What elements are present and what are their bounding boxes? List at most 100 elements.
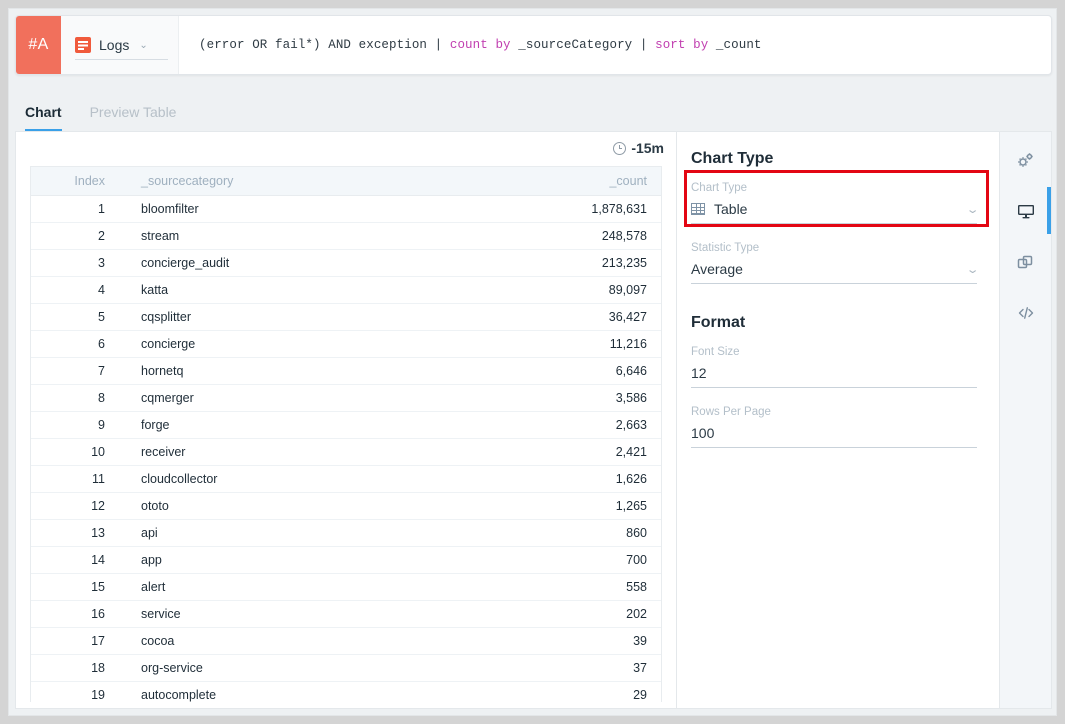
- cell-count: 558: [471, 573, 661, 600]
- chart-type-field: Chart Type Table ⌄: [691, 182, 977, 224]
- active-rail-indicator: [1047, 187, 1051, 234]
- column-header-sourcecategory[interactable]: _sourcecategory: [119, 167, 471, 195]
- query-input[interactable]: (error OR fail*) AND exception | count b…: [179, 16, 1051, 74]
- cell-count: 29: [471, 681, 661, 702]
- cell-count: 37: [471, 654, 661, 681]
- cell-sourcecategory: app: [119, 546, 471, 573]
- chart-type-dropdown[interactable]: Table ⌄: [691, 201, 977, 224]
- cell-sourcecategory: alert: [119, 573, 471, 600]
- rows-per-page-field: Rows Per Page 100: [691, 406, 977, 448]
- cell-index: 7: [31, 357, 119, 384]
- tab-chart[interactable]: Chart: [25, 104, 62, 132]
- table-row[interactable]: 4katta89,097: [31, 276, 661, 303]
- query-tab-badge[interactable]: #A: [16, 16, 61, 74]
- cell-index: 5: [31, 303, 119, 330]
- table-body: 1bloomfilter1,878,6312stream248,5783conc…: [31, 195, 661, 702]
- table-row[interactable]: 16service202: [31, 600, 661, 627]
- cell-index: 10: [31, 438, 119, 465]
- rows-per-page-input[interactable]: 100: [691, 425, 977, 448]
- code-brackets-icon[interactable]: [1014, 301, 1038, 325]
- tab-preview-table[interactable]: Preview Table: [90, 104, 177, 132]
- cell-count: 700: [471, 546, 661, 573]
- chart-config-panel: Chart Type Chart Type Table ⌄ Statistic …: [677, 132, 999, 708]
- table-row[interactable]: 14app700: [31, 546, 661, 573]
- cell-sourcecategory: org-service: [119, 654, 471, 681]
- cell-sourcecategory: cocoa: [119, 627, 471, 654]
- cell-index: 16: [31, 600, 119, 627]
- cell-index: 13: [31, 519, 119, 546]
- column-header-index[interactable]: Index: [31, 167, 119, 195]
- content-area: -15m Index _sourcecategory _count 1bloom…: [15, 131, 1052, 709]
- app-window: #A Logs ⌄ (error OR fail*) AND exception…: [8, 8, 1057, 716]
- table-row[interactable]: 19autocomplete29: [31, 681, 661, 702]
- chart-type-value: Table: [714, 201, 959, 217]
- cell-index: 4: [31, 276, 119, 303]
- cell-sourcecategory: api: [119, 519, 471, 546]
- cell-sourcecategory: service: [119, 600, 471, 627]
- table-row[interactable]: 18org-service37: [31, 654, 661, 681]
- cell-count: 2,421: [471, 438, 661, 465]
- settings-gears-icon[interactable]: [1014, 148, 1038, 172]
- source-label: Logs: [99, 37, 129, 53]
- cell-sourcecategory: katta: [119, 276, 471, 303]
- statistic-type-dropdown[interactable]: Average ⌄: [691, 261, 977, 284]
- table-row[interactable]: 8cqmerger3,586: [31, 384, 661, 411]
- cell-index: 11: [31, 465, 119, 492]
- clock-icon: [613, 142, 626, 155]
- cell-index: 3: [31, 249, 119, 276]
- table-row[interactable]: 15alert558: [31, 573, 661, 600]
- font-size-input[interactable]: 12: [691, 365, 977, 388]
- cell-count: 213,235: [471, 249, 661, 276]
- cell-index: 18: [31, 654, 119, 681]
- table-row[interactable]: 1bloomfilter1,878,631: [31, 195, 661, 222]
- cell-count: 11,216: [471, 330, 661, 357]
- cell-sourcecategory: cqmerger: [119, 384, 471, 411]
- table-row[interactable]: 17cocoa39: [31, 627, 661, 654]
- table-row[interactable]: 13api860: [31, 519, 661, 546]
- font-size-value: 12: [691, 365, 977, 381]
- table-row[interactable]: 2stream248,578: [31, 222, 661, 249]
- table-row[interactable]: 9forge2,663: [31, 411, 661, 438]
- source-underline: [75, 59, 168, 60]
- cell-count: 1,265: [471, 492, 661, 519]
- cell-count: 248,578: [471, 222, 661, 249]
- time-range-indicator: -15m: [613, 140, 664, 156]
- query-bar: #A Logs ⌄ (error OR fail*) AND exception…: [15, 15, 1052, 75]
- cell-index: 14: [31, 546, 119, 573]
- cell-sourcecategory: ototo: [119, 492, 471, 519]
- cell-count: 202: [471, 600, 661, 627]
- cell-index: 6: [31, 330, 119, 357]
- chevron-down-icon: ⌄: [139, 40, 147, 51]
- cell-count: 1,626: [471, 465, 661, 492]
- right-icon-rail: [999, 132, 1051, 708]
- monitor-display-icon[interactable]: [1014, 199, 1038, 223]
- rows-per-page-value: 100: [691, 425, 977, 441]
- rows-per-page-label: Rows Per Page: [691, 406, 977, 418]
- table-row[interactable]: 10receiver2,421: [31, 438, 661, 465]
- results-table-wrapper[interactable]: Index _sourcecategory _count 1bloomfilte…: [30, 166, 662, 702]
- copy-layers-icon[interactable]: [1014, 250, 1038, 274]
- cell-sourcecategory: concierge_audit: [119, 249, 471, 276]
- font-size-label: Font Size: [691, 346, 977, 358]
- cell-index: 9: [31, 411, 119, 438]
- table-header-row: Index _sourcecategory _count: [31, 167, 661, 195]
- table-row[interactable]: 12ototo1,265: [31, 492, 661, 519]
- cell-index: 1: [31, 195, 119, 222]
- column-header-count[interactable]: _count: [471, 167, 661, 195]
- table-row[interactable]: 7hornetq6,646: [31, 357, 661, 384]
- results-table: Index _sourcecategory _count 1bloomfilte…: [31, 167, 661, 702]
- cell-sourcecategory: autocomplete: [119, 681, 471, 702]
- table-row[interactable]: 5cqsplitter36,427: [31, 303, 661, 330]
- table-row[interactable]: 6concierge11,216: [31, 330, 661, 357]
- view-tabs: Chart Preview Table: [15, 85, 1052, 132]
- cell-index: 12: [31, 492, 119, 519]
- source-selector[interactable]: Logs ⌄: [61, 16, 179, 74]
- format-heading: Format: [691, 314, 977, 332]
- cell-index: 17: [31, 627, 119, 654]
- chart-type-label: Chart Type: [691, 182, 977, 194]
- statistic-type-field: Statistic Type Average ⌄: [691, 242, 977, 284]
- cell-index: 15: [31, 573, 119, 600]
- table-row[interactable]: 11cloudcollector1,626: [31, 465, 661, 492]
- table-row[interactable]: 3concierge_audit213,235: [31, 249, 661, 276]
- cell-sourcecategory: bloomfilter: [119, 195, 471, 222]
